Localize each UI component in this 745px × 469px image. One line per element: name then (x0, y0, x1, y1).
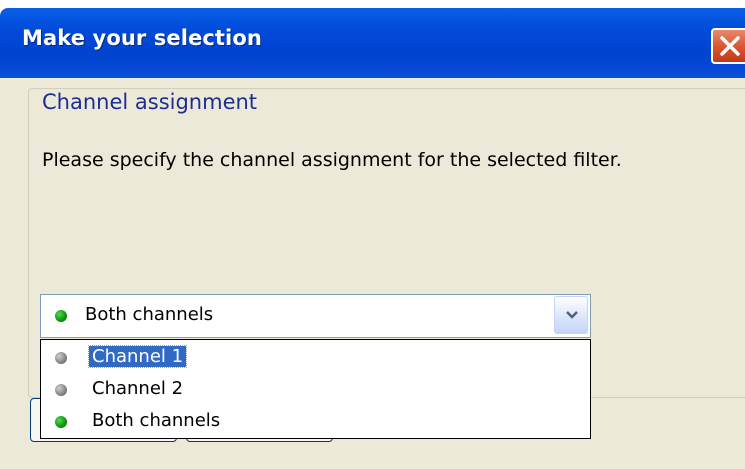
green-dot-icon (55, 416, 67, 428)
combo-selected-value: Both channels (85, 304, 214, 325)
combo-dropdown-button[interactable] (554, 296, 588, 334)
list-item-channel-2[interactable]: Channel 2 (42, 374, 589, 406)
list-item-channel-1[interactable]: Channel 1 (42, 342, 589, 374)
chevron-down-icon (566, 311, 578, 319)
close-icon (720, 36, 740, 56)
dialog-title: Make your selection (22, 26, 262, 50)
dialog-body: Channel assignment Please specify the ch… (0, 78, 745, 469)
list-item-label: Channel 2 (92, 378, 184, 399)
gray-dot-icon (55, 352, 67, 364)
list-item-label: Channel 1 (87, 345, 188, 368)
list-item-both-channels[interactable]: Both channels (42, 406, 589, 438)
green-dot-icon (55, 310, 67, 322)
title-bar[interactable]: Make your selection (0, 8, 745, 78)
gray-dot-icon (55, 384, 67, 396)
list-item-label: Both channels (92, 410, 221, 431)
combo-dropdown-list: Channel 1 Channel 2 Both channels (40, 339, 591, 439)
group-title: Channel assignment (42, 90, 258, 114)
channel-combo[interactable]: Both channels (40, 294, 591, 338)
dialog-window: Make your selection Channel assignment P… (0, 8, 745, 469)
description-text: Please specify the channel assignment fo… (42, 149, 622, 171)
close-button[interactable] (711, 28, 745, 64)
